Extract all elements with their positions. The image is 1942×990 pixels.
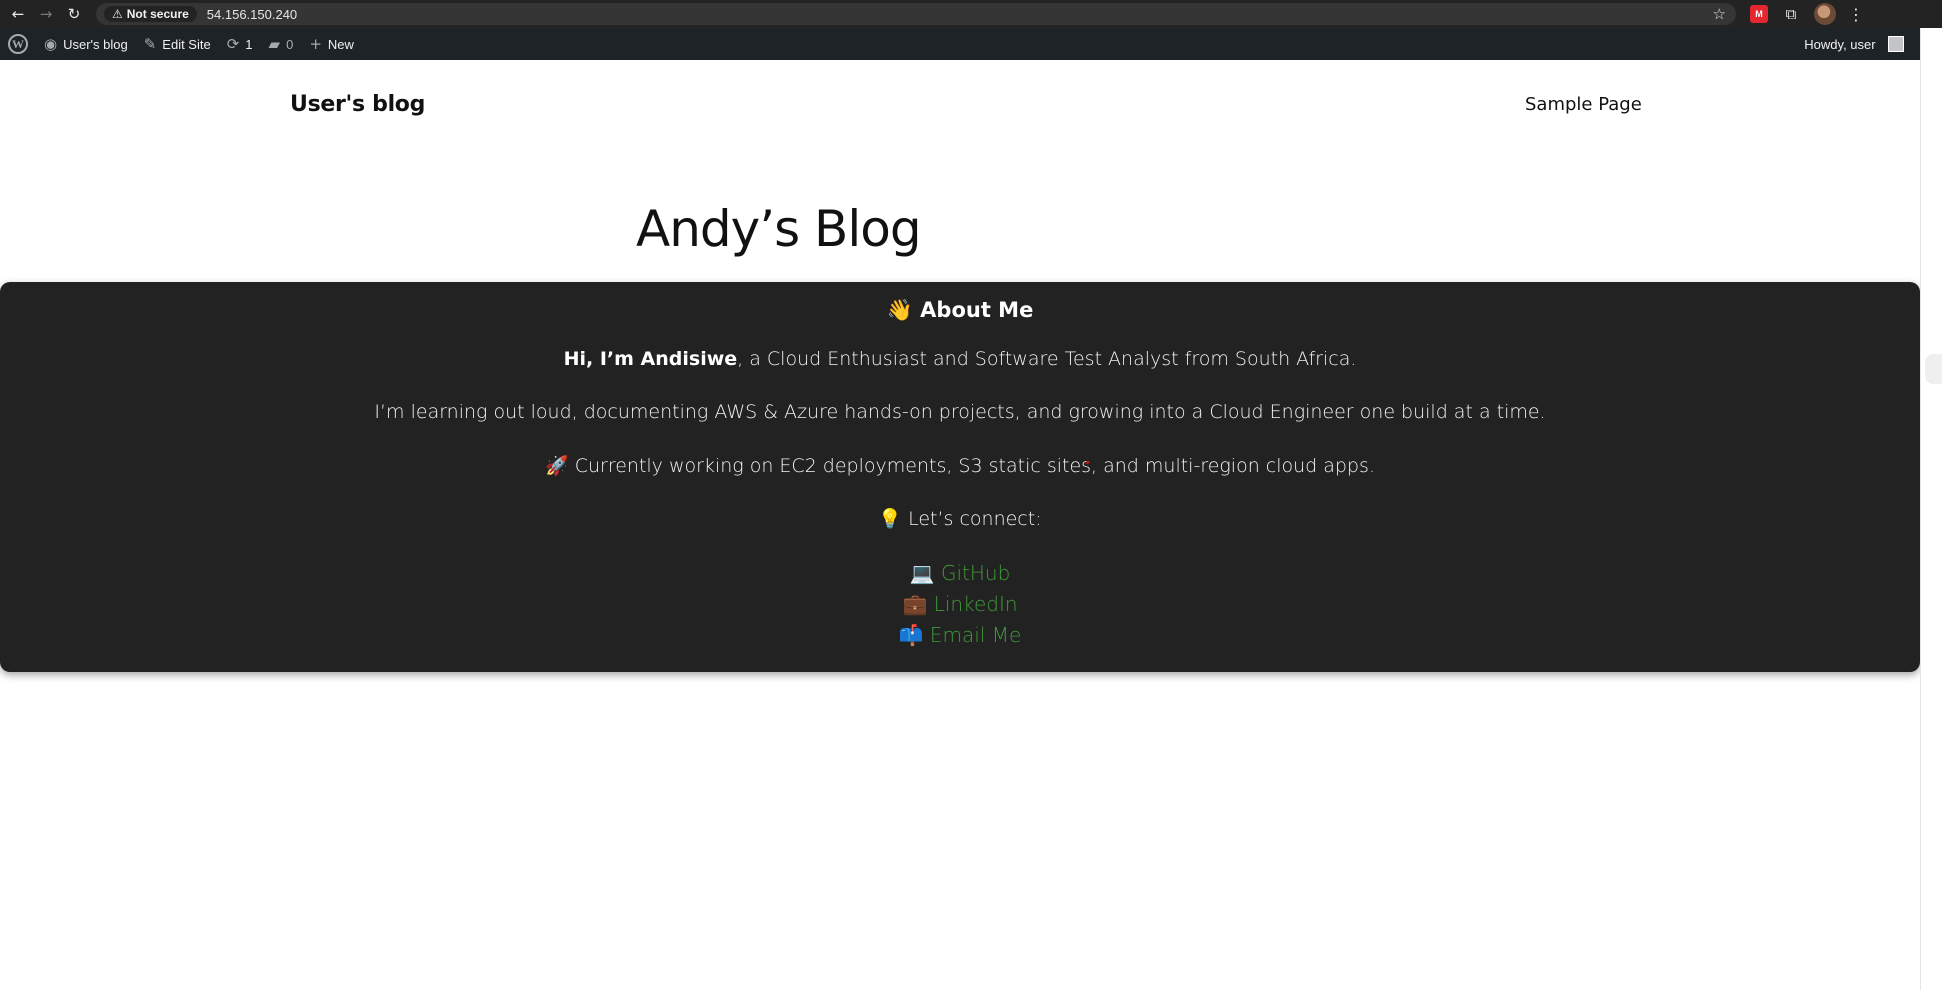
- linkedin-link[interactable]: LinkedIn: [934, 592, 1018, 616]
- browser-toolbar: ← → ↻ ⚠ Not secure 54.156.150.240 ☆ M ⧉ …: [0, 0, 1942, 28]
- plus-icon: +: [309, 35, 322, 53]
- linkedin-link-row: 💼 LinkedIn: [0, 589, 1920, 620]
- cursor-dot: [1086, 461, 1089, 464]
- site-name-label: User's blog: [63, 36, 128, 52]
- email-link-row: 📫 Email Me: [0, 620, 1920, 651]
- connect-line: 💡 Let’s connect:: [0, 507, 1920, 530]
- security-chip[interactable]: ⚠ Not secure: [104, 6, 197, 22]
- page-content: User's blog Sample Page Andy’s Blog 👋 Ab…: [0, 60, 1920, 990]
- mailbox-icon: 📫: [898, 623, 924, 647]
- github-link[interactable]: GitHub: [941, 561, 1010, 585]
- bookmark-star-icon[interactable]: ☆: [1713, 5, 1726, 23]
- profile-avatar[interactable]: [1814, 3, 1836, 25]
- howdy-label: Howdy, user: [1804, 36, 1876, 52]
- intro-rest: , a Cloud Enthusiast and Software Test A…: [737, 348, 1357, 370]
- warning-icon: ⚠: [112, 7, 123, 21]
- menu-kebab-icon[interactable]: ⋮: [1848, 5, 1864, 24]
- my-account-menu[interactable]: Howdy, user: [1796, 28, 1911, 60]
- forward-button[interactable]: →: [36, 4, 56, 24]
- github-link-row: 💻 GitHub: [0, 558, 1920, 589]
- brush-icon: ✎: [143, 35, 157, 53]
- about-me-section: 👋 About Me Hi, I’m Andisiwe, a Cloud Ent…: [0, 282, 1920, 672]
- reload-button[interactable]: ↻: [64, 4, 84, 24]
- new-content-button[interactable]: + New: [301, 28, 362, 60]
- page-title: Andy’s Blog: [636, 200, 922, 258]
- wp-admin-bar: W ◉ User's blog ✎ Edit Site ⟳ 1 ▰ 0 + Ne…: [0, 28, 1942, 60]
- about-heading: 👋 About Me: [0, 298, 1920, 323]
- rocket-icon: 🚀: [544, 455, 569, 477]
- site-title[interactable]: User's blog: [290, 92, 425, 117]
- edit-site-label: Edit Site: [162, 36, 211, 52]
- working-text: Currently working on EC2 deployments, S3…: [574, 455, 1375, 477]
- intro-line: Hi, I’m Andisiwe, a Cloud Enthusiast and…: [0, 348, 1920, 370]
- back-button[interactable]: ←: [8, 4, 28, 24]
- waving-hand-icon: 👋: [886, 298, 913, 322]
- working-line: 🚀 Currently working on EC2 deployments, …: [0, 454, 1920, 477]
- extension-icon[interactable]: M: [1750, 5, 1768, 23]
- wp-logo-menu[interactable]: W: [0, 28, 36, 60]
- nav-sample-page[interactable]: Sample Page: [1525, 94, 1642, 115]
- edit-site-button[interactable]: ✎ Edit Site: [136, 28, 219, 60]
- admin-bar-site-name[interactable]: ◉ User's blog: [36, 28, 136, 60]
- side-panel-active-item[interactable]: [1925, 354, 1942, 384]
- email-link[interactable]: Email Me: [930, 623, 1021, 647]
- comments-count: 0: [286, 36, 294, 52]
- comments-button[interactable]: ▰ 0: [261, 28, 302, 60]
- comment-icon: ▰: [268, 35, 281, 53]
- intro-name: Hi, I’m Andisiwe: [563, 348, 738, 370]
- new-label: New: [327, 36, 354, 52]
- lightbulb-icon: 💡: [878, 508, 903, 530]
- side-panel: [1920, 28, 1942, 990]
- user-avatar: [1887, 36, 1904, 52]
- learning-line: I’m learning out loud, documenting AWS &…: [374, 401, 1546, 423]
- security-label: Not secure: [126, 7, 189, 21]
- url-text[interactable]: 54.156.150.240: [207, 7, 297, 22]
- wordpress-logo-icon: W: [8, 34, 28, 54]
- extensions-puzzle-icon[interactable]: ⧉: [1782, 5, 1800, 23]
- briefcase-icon: 💼: [902, 592, 928, 616]
- connect-text: Let’s connect:: [908, 508, 1042, 530]
- social-links: 💻 GitHub 💼 LinkedIn 📫 Email Me: [0, 558, 1920, 651]
- dashboard-icon: ◉: [44, 35, 58, 53]
- address-bar[interactable]: ⚠ Not secure 54.156.150.240 ☆: [96, 3, 1736, 25]
- updates-button[interactable]: ⟳ 1: [219, 28, 261, 60]
- updates-count: 1: [245, 36, 253, 52]
- laptop-icon: 💻: [909, 561, 935, 585]
- updates-icon: ⟳: [226, 35, 240, 53]
- about-heading-text: About Me: [920, 298, 1034, 322]
